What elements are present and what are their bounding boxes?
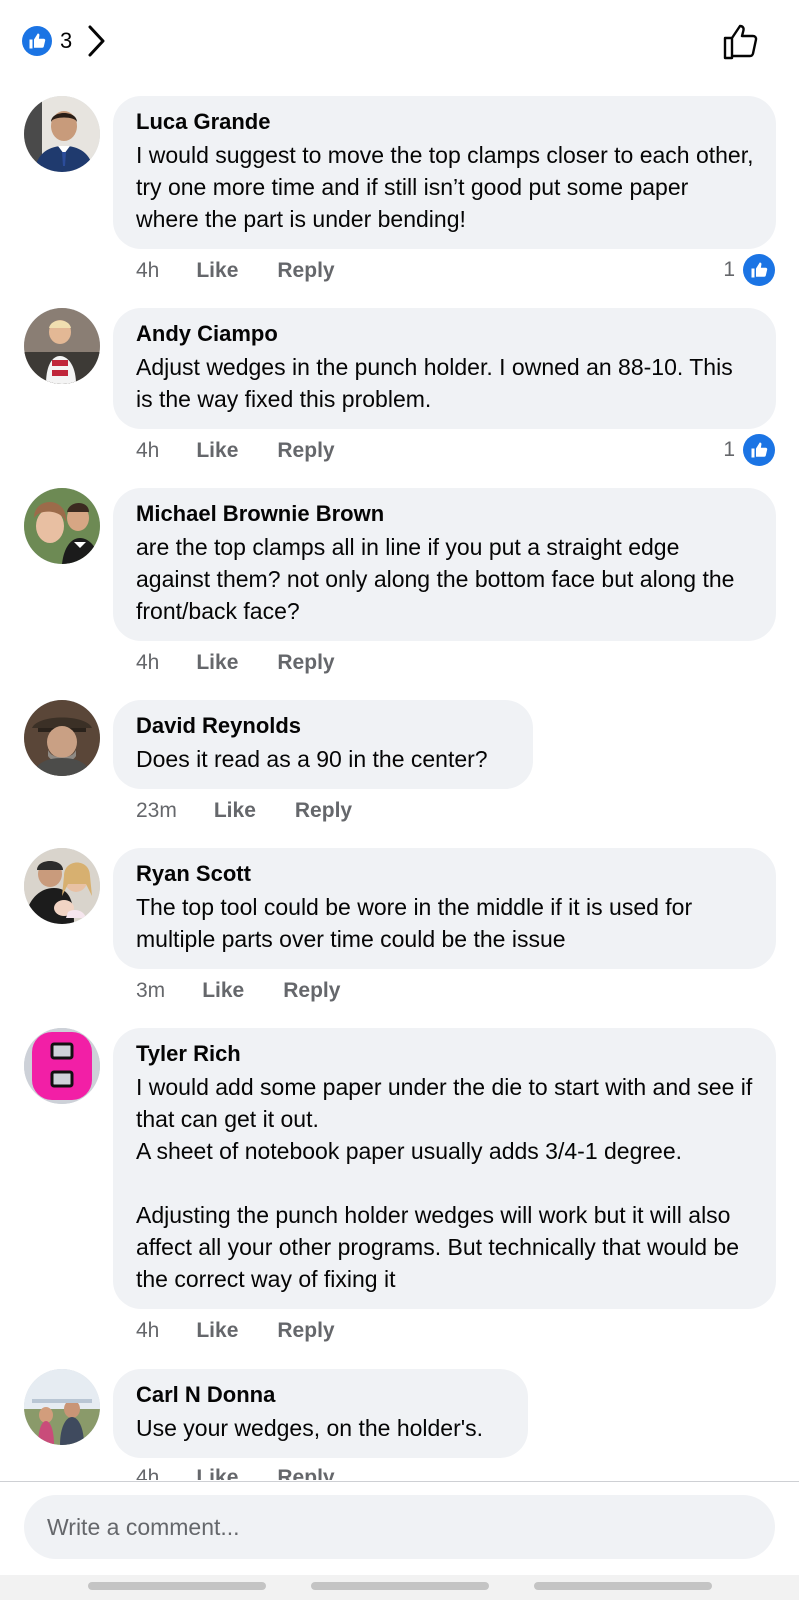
comment-text: The top tool could be wore in the middle…: [136, 894, 693, 952]
comment-bubble[interactable]: Ryan Scott The top tool could be wore in…: [113, 848, 776, 969]
like-count-number: 1: [723, 258, 735, 281]
comment-text: are the top clamps all in line if you pu…: [136, 534, 735, 624]
like-button[interactable]: Like: [214, 799, 256, 823]
reply-button[interactable]: Reply: [277, 1319, 334, 1343]
comment-time[interactable]: 4h: [136, 1466, 159, 1480]
system-navigation-bar: [0, 1575, 799, 1600]
comment-bubble[interactable]: Luca Grande I would suggest to move the …: [113, 96, 776, 249]
comment-actions: 3m Like Reply: [136, 979, 379, 1003]
like-count-number: 1: [723, 438, 735, 461]
avatar[interactable]: [24, 700, 100, 776]
avatar[interactable]: [24, 488, 100, 564]
comment-bubble[interactable]: Andy Ciampo Adjust wedges in the punch h…: [113, 308, 776, 429]
reply-button[interactable]: Reply: [277, 439, 334, 463]
like-reaction-icon: [743, 434, 775, 466]
reply-button[interactable]: Reply: [277, 1466, 334, 1480]
reply-button[interactable]: Reply: [283, 979, 340, 1003]
comment-author[interactable]: Michael Brownie Brown: [136, 501, 754, 527]
comment-author[interactable]: Andy Ciampo: [136, 321, 754, 347]
comment-actions: 4h Like Reply: [136, 651, 374, 675]
comment-bubble[interactable]: Michael Brownie Brown are the top clamps…: [113, 488, 776, 641]
avatar[interactable]: [24, 1028, 100, 1104]
comment-like-count[interactable]: 1: [723, 254, 775, 286]
avatar[interactable]: [24, 308, 100, 384]
nav-pill-right[interactable]: [534, 1582, 712, 1590]
avatar[interactable]: [24, 848, 100, 924]
comment-time[interactable]: 4h: [136, 259, 159, 283]
like-reaction-icon: [743, 254, 775, 286]
comment-actions: 23m Like Reply: [136, 799, 391, 823]
like-post-icon[interactable]: [721, 22, 761, 62]
comment-like-count[interactable]: 1: [723, 434, 775, 466]
comment-text: Adjust wedges in the punch holder. I own…: [136, 354, 733, 412]
comment-text: Does it read as a 90 in the center?: [136, 746, 488, 772]
nav-pill-left[interactable]: [88, 1582, 266, 1590]
comment-input[interactable]: Write a comment...: [24, 1495, 775, 1559]
comment-time[interactable]: 4h: [136, 651, 159, 675]
comment-time[interactable]: 4h: [136, 439, 159, 463]
comment-author[interactable]: Carl N Donna: [136, 1382, 506, 1408]
like-reaction-icon: [22, 26, 52, 56]
like-button[interactable]: Like: [196, 259, 238, 283]
comment-author[interactable]: Luca Grande: [136, 109, 754, 135]
comment-list: Luca Grande I would suggest to move the …: [0, 96, 799, 1480]
avatar[interactable]: [24, 96, 100, 172]
comment-time[interactable]: 23m: [136, 799, 177, 823]
comment-author[interactable]: David Reynolds: [136, 713, 511, 739]
comment-actions: 4h Like Reply: [136, 1466, 374, 1480]
comment-time[interactable]: 4h: [136, 1319, 159, 1343]
chevron-right-icon[interactable]: [86, 24, 108, 58]
comment-text: Use your wedges, on the holder's.: [136, 1415, 484, 1441]
like-button[interactable]: Like: [202, 979, 244, 1003]
comment-input-placeholder: Write a comment...: [47, 1513, 240, 1540]
comment-time[interactable]: 3m: [136, 979, 165, 1003]
comment-actions: 4h Like Reply: [136, 1319, 374, 1343]
comment-author[interactable]: Ryan Scott: [136, 861, 754, 887]
reply-button[interactable]: Reply: [277, 651, 334, 675]
comment-text: I would suggest to move the top clamps c…: [136, 142, 754, 232]
comment-actions: 4h Like Reply: [136, 259, 374, 283]
reaction-count[interactable]: 3: [60, 28, 72, 54]
reply-button[interactable]: Reply: [277, 259, 334, 283]
nav-pill-center[interactable]: [311, 1582, 489, 1590]
like-button[interactable]: Like: [196, 1319, 238, 1343]
comment-text: I would add some paper under the die to …: [136, 1074, 753, 1292]
comment-bubble[interactable]: Carl N Donna Use your wedges, on the hol…: [113, 1369, 528, 1458]
comment-actions: 4h Like Reply: [136, 439, 374, 463]
like-button[interactable]: Like: [196, 439, 238, 463]
like-button[interactable]: Like: [196, 1466, 238, 1480]
comment-author[interactable]: Tyler Rich: [136, 1041, 754, 1067]
avatar[interactable]: [24, 1369, 100, 1445]
reactions-bar[interactable]: 3: [0, 0, 799, 84]
like-button[interactable]: Like: [196, 651, 238, 675]
comment-bubble[interactable]: Tyler Rich I would add some paper under …: [113, 1028, 776, 1309]
reply-button[interactable]: Reply: [295, 799, 352, 823]
comment-bubble[interactable]: David Reynolds Does it read as a 90 in t…: [113, 700, 533, 789]
